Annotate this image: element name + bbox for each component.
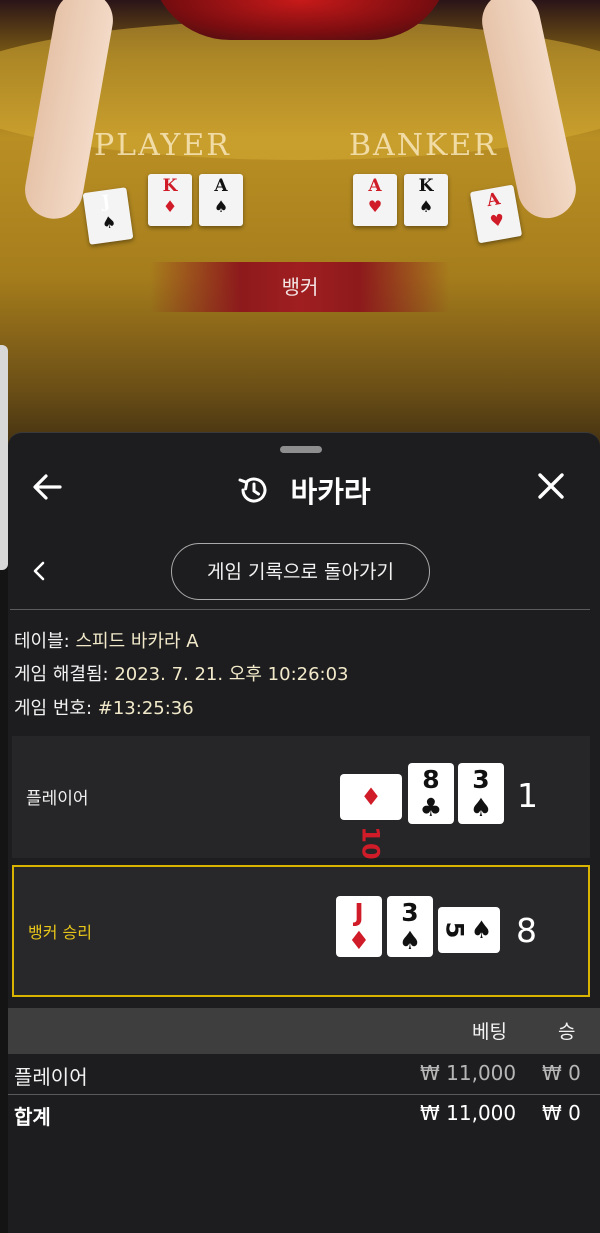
table-info-value: 스피드 바카라 A [75, 631, 199, 652]
banker-card-1: J ♦ [336, 896, 382, 957]
total-label: 합계 [14, 1105, 51, 1129]
card-suit: ♦ [347, 926, 371, 955]
banker-card-3-face: 5 ♠ [438, 907, 500, 953]
game-number-info: 게임 번호: #13:25:36 [14, 694, 194, 720]
game-number-label: 게임 번호: [14, 698, 93, 719]
card-rank: 3 [472, 765, 490, 794]
table-result-banner: 뱅커 [150, 262, 450, 312]
card-suit: ♠ [469, 793, 493, 822]
card-rank: A [214, 176, 228, 196]
card-rank: J [354, 898, 364, 927]
card-rank: K [162, 176, 178, 196]
table-player-card-3: A ♠ [199, 174, 243, 226]
back-to-history-button[interactable]: 게임 기록으로 돌아가기 [171, 543, 430, 600]
bet-row-amount: ₩ 11,000 [420, 1061, 517, 1085]
chevron-left-icon [33, 561, 45, 581]
table-info: 테이블: 스피드 바카라 A [14, 627, 199, 653]
page-title: 바카라 [290, 475, 371, 509]
bets-table-header: 베팅 승 [8, 1008, 600, 1054]
player-card-2: 8 ♣ [408, 763, 454, 824]
card-suit: ♣ [419, 793, 443, 822]
card-suit: ♠ [398, 926, 422, 955]
table-player-word: PLAYER [94, 128, 231, 163]
card-suit: ♥ [488, 209, 506, 232]
card-suit: ♠ [213, 197, 229, 216]
resolved-info-value: 2023. 7. 21. 오후 10:26:03 [114, 664, 349, 685]
card-suit: ♠ [100, 212, 118, 233]
table-info-label: 테이블: [14, 631, 70, 652]
table-banker-card-3: A ♥ [469, 184, 523, 244]
card-suit: ♥ [367, 197, 383, 216]
player-hand-label: 플레이어 [26, 789, 89, 809]
bet-row-win: ₩ 0 [542, 1061, 581, 1085]
sheet-title: 바카라 [8, 469, 600, 509]
table-banker-card-1: A ♥ [353, 174, 397, 226]
player-card-3: 3 ♠ [458, 763, 504, 824]
banker-hand: 뱅커 승리 J ♦ 3 ♠ 5 ♠ 8 [12, 865, 590, 997]
player-hand: 플레이어 ♦ 10 8 ♣ 3 ♠ 1 [12, 736, 590, 860]
card-rank: 3 [401, 898, 419, 927]
bet-column-header: 베팅 [472, 1021, 507, 1043]
card-suit: ♦ [162, 197, 178, 216]
table-player-card-2: K ♦ [148, 174, 192, 226]
close-icon [538, 473, 564, 499]
divider [10, 609, 590, 610]
total-win-amount: ₩ 0 [542, 1101, 581, 1125]
table-player-card-1: J ♠ [82, 187, 134, 245]
banker-hand-label: 뱅커 승리 [28, 923, 92, 942]
resolved-info-label: 게임 해결됨: [14, 664, 109, 685]
close-button[interactable] [534, 469, 574, 505]
total-bet-amount: ₩ 11,000 [420, 1101, 517, 1125]
game-history-sheet: 바카라 게임 기록으로 돌아가기 테이블: 스피드 바카라 A 게임 해결됨: … [8, 432, 600, 1233]
table-banker-word: BANKER [349, 128, 498, 163]
banker-hand-total: 8 [516, 911, 537, 950]
player-card-1: ♦ 10 [340, 774, 402, 860]
game-number-value: #13:25:36 [97, 698, 194, 719]
banker-card-2: 3 ♠ [387, 896, 433, 957]
table-banker-card-2: K ♠ [404, 174, 448, 226]
card-suit: ♠ [418, 197, 434, 216]
card-rank: 8 [422, 765, 440, 794]
table-row: 플레이어 ₩ 11,000 ₩ 0 [8, 1055, 600, 1095]
sheet-grabber[interactable] [280, 446, 322, 453]
card-suit: ♦ [360, 783, 382, 811]
win-column-header: 승 [558, 1021, 576, 1043]
card-rank: 5 [440, 921, 469, 939]
resolved-info: 게임 해결됨: 2023. 7. 21. 오후 10:26:03 [14, 660, 349, 686]
side-panel-handle[interactable] [0, 345, 8, 570]
live-video-feed: PLAYER BANKER J ♠ K ♦ A ♠ A ♥ K ♠ A ♥ 뱅커 [0, 0, 600, 460]
history-icon [238, 477, 267, 503]
card-rank: A [368, 176, 382, 196]
previous-button[interactable] [26, 557, 54, 585]
card-rank: J [100, 191, 112, 213]
player-hand-total: 1 [517, 776, 538, 815]
card-rank: K [418, 176, 434, 196]
total-row: 합계 ₩ 11,000 ₩ 0 [8, 1095, 600, 1135]
player-card-1-face: ♦ 10 [340, 774, 402, 860]
bet-row-label: 플레이어 [14, 1065, 88, 1089]
card-rank: 10 [357, 826, 385, 860]
card-rank: A [485, 189, 502, 212]
banker-card-3: 5 ♠ [438, 907, 500, 953]
